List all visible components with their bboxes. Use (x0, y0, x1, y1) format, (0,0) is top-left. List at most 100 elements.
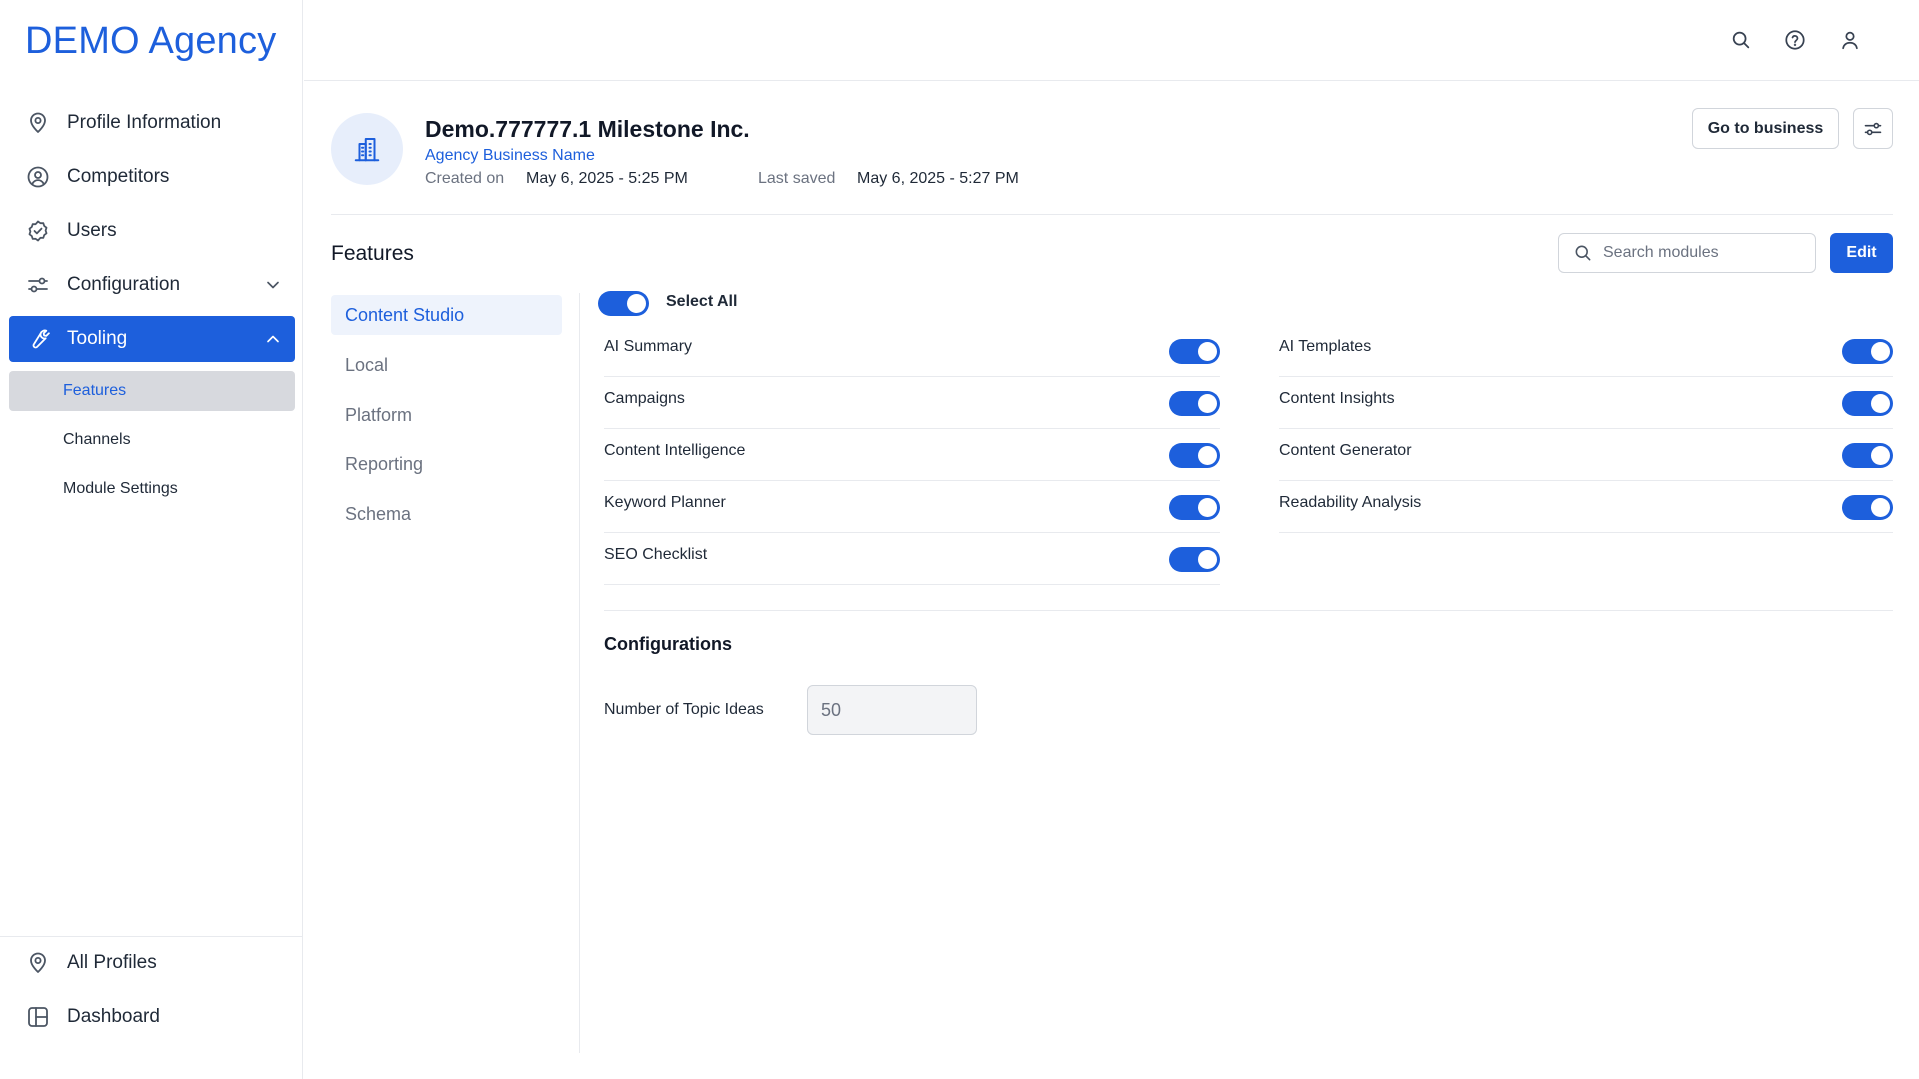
user-icon[interactable] (1837, 27, 1863, 53)
top-bar (304, 0, 1919, 81)
sidebar-item-profile-information[interactable]: Profile Information (9, 100, 295, 146)
sidebar-item-tooling[interactable]: Tooling (9, 316, 295, 362)
category-platform[interactable]: Platform (331, 395, 562, 435)
sidebar-item-dashboard[interactable]: Dashboard (9, 994, 295, 1040)
feature-row-content-intelligence: Content Intelligence (604, 429, 1220, 481)
toggle-knob (1871, 394, 1890, 413)
feature-row-seo-checklist: SEO Checklist (604, 533, 1220, 585)
business-subtitle: Agency Business Name (425, 147, 595, 164)
business-avatar (331, 113, 403, 185)
feature-row-content-insights: Content Insights (1279, 377, 1893, 429)
sliders-icon (23, 270, 53, 300)
category-local[interactable]: Local (331, 345, 562, 385)
search-modules-box[interactable] (1558, 233, 1816, 273)
feature-label: AI Summary (604, 338, 693, 355)
feature-toggle-ai-templates[interactable] (1842, 339, 1893, 364)
sidebar-subitem-label: Features (63, 382, 127, 399)
feature-row-campaigns: Campaigns (604, 377, 1220, 429)
sidebar-subitem-label: Module Settings (63, 480, 178, 497)
category-label: Reporting (345, 453, 424, 474)
category-label: Platform (345, 404, 413, 425)
category-content-studio[interactable]: Content Studio (331, 295, 562, 335)
sidebar-subitem-channels[interactable]: Channels (9, 420, 295, 460)
toggle-knob (1198, 550, 1217, 569)
topic-ideas-input[interactable] (807, 685, 977, 735)
help-icon[interactable] (1782, 27, 1808, 53)
configurations-divider (604, 610, 1893, 611)
feature-label: Content Generator (1279, 442, 1412, 459)
feature-label: Content Intelligence (604, 442, 746, 459)
layout-icon (23, 1002, 53, 1032)
feature-row-keyword-planner: Keyword Planner (604, 481, 1220, 533)
sidebar-divider (0, 936, 303, 937)
sidebar-item-label: Tooling (67, 328, 128, 349)
category-reporting[interactable]: Reporting (331, 444, 562, 484)
category-label: Local (345, 354, 389, 375)
configurations-title: Configurations (604, 634, 732, 654)
sidebar-subitem-label: Channels (63, 431, 131, 448)
sidebar: DEMO Agency Profile Information Competit… (0, 0, 303, 1079)
feature-row-readability-analysis: Readability Analysis (1279, 481, 1893, 533)
feature-label: Keyword Planner (604, 494, 726, 511)
toggle-knob (1198, 394, 1217, 413)
select-all-toggle[interactable] (598, 291, 649, 316)
feature-toggle-content-intelligence[interactable] (1169, 443, 1220, 468)
badge-check-icon (23, 216, 53, 246)
feature-toggle-readability-analysis[interactable] (1842, 495, 1893, 520)
feature-toggle-content-insights[interactable] (1842, 391, 1893, 416)
feature-toggle-keyword-planner[interactable] (1169, 495, 1220, 520)
feature-label: Campaigns (604, 390, 685, 407)
edit-button[interactable]: Edit (1830, 233, 1893, 273)
feature-row-ai-summary: AI Summary (604, 325, 1220, 377)
sidebar-item-label: All Profiles (67, 952, 157, 973)
feature-label: Readability Analysis (1279, 494, 1422, 511)
toggle-knob (1871, 342, 1890, 361)
topic-ideas-label: Number of Topic Ideas (604, 701, 764, 718)
select-all-label: Select All (666, 293, 738, 310)
map-pin-icon (23, 108, 53, 138)
settings-button[interactable] (1853, 108, 1893, 149)
search-icon (1573, 243, 1593, 263)
sidebar-item-all-profiles[interactable]: All Profiles (9, 940, 295, 986)
wrench-icon (23, 324, 53, 354)
sidebar-item-users[interactable]: Users (9, 208, 295, 254)
toggle-knob (1198, 446, 1217, 465)
business-name: Demo.777777.1 Milestone Inc. (425, 116, 750, 142)
sidebar-subitem-module-settings[interactable]: Module Settings (9, 469, 295, 509)
last-saved-value: May 6, 2025 - 5:27 PM (857, 170, 1019, 187)
category-divider (579, 293, 580, 1053)
app-logo[interactable]: DEMO Agency (25, 20, 276, 63)
chevron-up-icon[interactable] (263, 329, 283, 349)
feature-toggle-content-generator[interactable] (1842, 443, 1893, 468)
user-circle-icon (23, 162, 53, 192)
go-to-business-button[interactable]: Go to business (1692, 108, 1839, 149)
feature-row-ai-templates: AI Templates (1279, 325, 1893, 377)
category-schema[interactable]: Schema (331, 494, 562, 534)
chevron-down-icon[interactable] (263, 275, 283, 295)
feature-toggle-campaigns[interactable] (1169, 391, 1220, 416)
sidebar-item-label: Users (67, 220, 117, 241)
created-label: Created on (425, 170, 505, 187)
sidebar-item-competitors[interactable]: Competitors (9, 154, 295, 200)
feature-label: SEO Checklist (604, 546, 708, 563)
created-value: May 6, 2025 - 5:25 PM (526, 170, 688, 187)
sliders-icon (1863, 119, 1883, 139)
header-divider (331, 214, 1893, 215)
features-title: Features (331, 242, 414, 265)
category-label: Schema (345, 503, 412, 524)
feature-toggle-ai-summary[interactable] (1169, 339, 1220, 364)
feature-toggle-seo-checklist[interactable] (1169, 547, 1220, 572)
sidebar-item-label: Profile Information (67, 112, 222, 133)
last-saved-label: Last saved (758, 170, 836, 187)
map-pin-icon (23, 948, 53, 978)
sidebar-item-label: Dashboard (67, 1006, 160, 1027)
search-modules-input[interactable] (1603, 244, 1803, 262)
toggle-knob (1198, 498, 1217, 517)
search-icon[interactable] (1728, 27, 1754, 53)
sidebar-subitem-features[interactable]: Features (9, 371, 295, 411)
sidebar-item-label: Configuration (67, 274, 181, 295)
feature-label: AI Templates (1279, 338, 1372, 355)
sidebar-item-configuration[interactable]: Configuration (9, 262, 295, 308)
feature-label: Content Insights (1279, 390, 1395, 407)
category-label: Content Studio (345, 304, 465, 325)
